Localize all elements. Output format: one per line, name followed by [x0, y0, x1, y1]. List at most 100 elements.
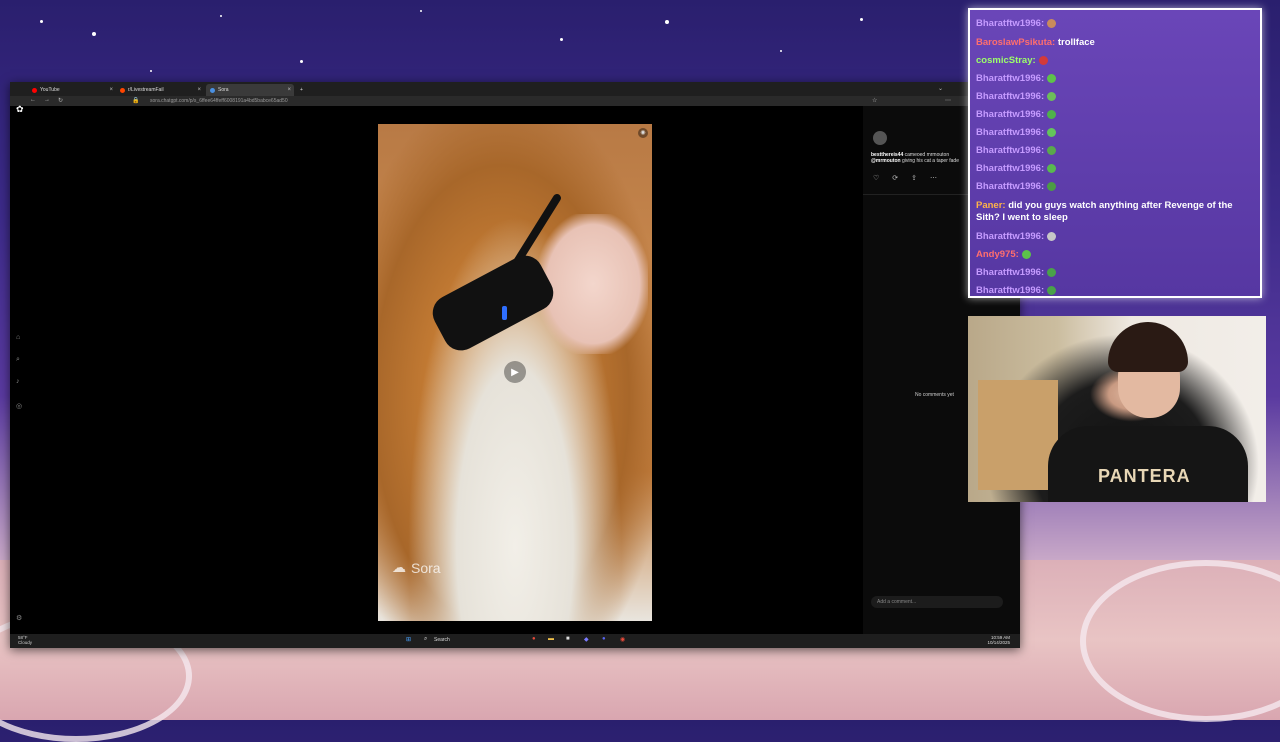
emote-icon — [1047, 231, 1057, 241]
heart-icon[interactable]: ♡ — [873, 174, 879, 182]
chat-username[interactable]: Bharatftw1996: — [976, 109, 1044, 120]
browser-window: YouTube × r/LivestreamFail × Sora × + ⌄ … — [10, 82, 1020, 648]
tab-livestreamfail[interactable]: r/LivestreamFail × — [116, 84, 204, 96]
chat-message: Bharatftw1996: — [976, 91, 1258, 103]
profile-icon[interactable]: ◎ — [16, 402, 22, 410]
taskbar-search[interactable]: Search — [434, 637, 450, 643]
emote-icon — [1047, 18, 1057, 28]
app-icon[interactable]: ◆ — [584, 636, 589, 643]
chat-username[interactable]: Andy975: — [976, 249, 1019, 260]
chat-message: Bharatftw1996: — [976, 127, 1258, 139]
chat-message: Bharatftw1996: — [976, 109, 1258, 121]
chat-username[interactable]: Bharatftw1996: — [976, 18, 1044, 29]
streamer-hair — [1108, 322, 1188, 372]
new-tab-button[interactable]: + — [296, 84, 307, 96]
chat-username[interactable]: Bharatftw1996: — [976, 127, 1044, 138]
streamer-shirt — [1048, 426, 1248, 502]
emote-icon — [1047, 145, 1057, 155]
lock-icon: 🔒 — [132, 98, 140, 104]
close-icon[interactable]: × — [197, 87, 201, 93]
chat-username[interactable]: Bharatftw1996: — [976, 231, 1044, 242]
extensions-icon[interactable]: ⋯ — [945, 97, 951, 104]
comment-input[interactable]: Add a comment... — [871, 596, 1003, 608]
emote-icon — [1047, 73, 1057, 83]
weather-widget[interactable]: 58°F Cloudy — [18, 635, 32, 645]
chat-message: Paner: did you guys watch anything after… — [976, 200, 1258, 224]
chat-username[interactable]: Bharatftw1996: — [976, 73, 1044, 84]
author-avatar[interactable] — [873, 131, 887, 145]
emote-icon — [1047, 91, 1057, 101]
tab-sora[interactable]: Sora × — [206, 84, 294, 96]
emote-icon — [1021, 249, 1031, 259]
chat-message: cosmicStray: — [976, 55, 1258, 67]
chat-username[interactable]: BaroslawPsikuta: — [976, 37, 1055, 48]
browser-icon[interactable]: ● — [532, 636, 536, 642]
chevron-down-icon[interactable]: ⌄ — [938, 85, 943, 92]
app-icon[interactable]: ● — [602, 636, 606, 642]
remix-icon[interactable]: ⟳ — [892, 174, 898, 182]
tab-bar: YouTube × r/LivestreamFail × Sora × + ⌄ — [10, 82, 1020, 96]
back-icon[interactable]: ← — [30, 97, 36, 103]
chat-message: Bharatftw1996: — [976, 18, 1258, 30]
emote-icon — [1047, 285, 1057, 295]
tab-label: YouTube — [40, 87, 60, 93]
chat-message: Bharatftw1996: — [976, 145, 1258, 157]
hand — [538, 214, 648, 354]
emote-icon — [1047, 127, 1057, 137]
sora-page: ✿ ⌂ ⌕ ♪ ◎ ⚙ ◉ ▶ ☁ Sora bestthereis44 cam… — [10, 104, 1020, 634]
app-icon[interactable]: ■ — [566, 636, 570, 642]
tab-label: Sora — [218, 87, 229, 93]
youtube-favicon-icon — [32, 87, 37, 93]
chat-text: did you guys watch anything after Reveng… — [976, 200, 1233, 223]
url-field[interactable]: sora.chatgpt.com/p/s_6ffee64ffeff6008191… — [150, 98, 288, 104]
chat-username[interactable]: Bharatftw1996: — [976, 145, 1044, 156]
webcam-feed: PANTERA — [968, 316, 1266, 502]
tab-youtube[interactable]: YouTube × — [28, 84, 116, 96]
emote-icon — [1047, 267, 1057, 277]
settings-icon[interactable]: ⚙ — [16, 614, 22, 622]
mute-icon[interactable]: ◉ — [638, 128, 648, 138]
star-icon[interactable]: ☆ — [872, 97, 877, 104]
chat-username[interactable]: Bharatftw1996: — [976, 267, 1044, 278]
cube-shelf — [978, 380, 1058, 490]
chat-username[interactable]: Bharatftw1996: — [976, 91, 1044, 102]
chat-username[interactable]: Bharatftw1996: — [976, 181, 1044, 192]
bell-icon[interactable]: ♪ — [16, 378, 20, 385]
system-clock[interactable]: 10:59 AM 10/14/2025 — [987, 635, 1010, 645]
search-icon[interactable]: ⌕ — [16, 356, 20, 364]
emote-icon — [1047, 181, 1057, 191]
caption-user[interactable]: @mrmouton — [871, 158, 901, 164]
chat-username[interactable]: Paner: — [976, 200, 1006, 211]
reload-icon[interactable]: ↻ — [58, 97, 63, 104]
chat-username[interactable]: Bharatftw1996: — [976, 163, 1044, 174]
forward-icon[interactable]: → — [44, 97, 50, 103]
chat-username[interactable]: Bharatftw1996: — [976, 285, 1044, 296]
windows-taskbar: 58°F Cloudy ⊞ ⌕ Search ▬ ● ■ ◆ ● ◉ 10:59… — [10, 634, 1020, 648]
shirt-print: PANTERA — [1098, 466, 1191, 486]
clock-date: 10/14/2025 — [987, 640, 1010, 645]
app-icon[interactable]: ◉ — [620, 636, 625, 643]
reddit-favicon-icon — [120, 87, 125, 93]
post-actions: ♡ ⟳ ⇪ ⋯ — [873, 174, 937, 182]
tab-label: r/LivestreamFail — [128, 87, 164, 93]
search-icon[interactable]: ⌕ — [424, 636, 427, 643]
video-player[interactable]: ◉ ▶ ☁ Sora — [378, 124, 652, 621]
sora-cloud-icon: ☁ — [392, 559, 406, 575]
sora-watermark: ☁ Sora — [392, 559, 441, 576]
chat-message: Bharatftw1996: — [976, 181, 1258, 193]
home-icon[interactable]: ⌂ — [16, 334, 20, 341]
close-icon[interactable]: × — [287, 87, 291, 93]
file-explorer-icon[interactable]: ▬ — [548, 636, 554, 642]
emote-icon — [1047, 109, 1057, 119]
chat-message: BaroslawPsikuta: trollface — [976, 37, 1258, 49]
more-icon[interactable]: ⋯ — [930, 174, 937, 182]
play-icon[interactable]: ▶ — [504, 361, 526, 383]
chat-username[interactable]: cosmicStray: — [976, 55, 1036, 66]
windows-start-icon[interactable]: ⊞ — [406, 636, 411, 643]
emote-icon — [1047, 163, 1057, 173]
clipper-light — [502, 306, 507, 320]
share-icon[interactable]: ⇪ — [911, 174, 917, 182]
sora-logo-icon[interactable]: ✿ — [16, 104, 24, 115]
stream-chat: Bharatftw1996: BaroslawPsikuta: trollface… — [968, 8, 1262, 298]
close-icon[interactable]: × — [109, 87, 113, 93]
